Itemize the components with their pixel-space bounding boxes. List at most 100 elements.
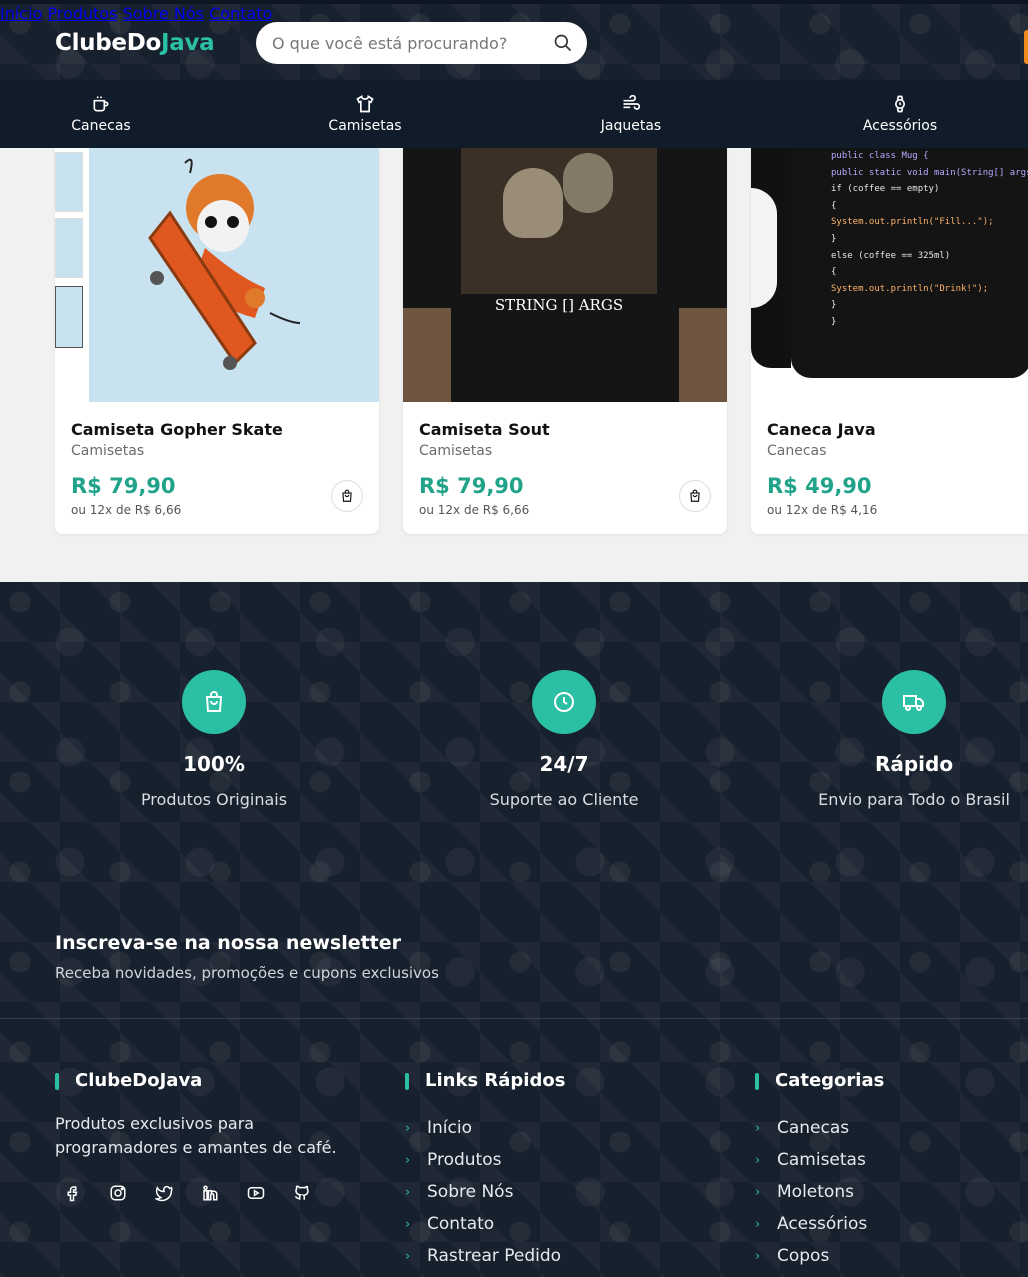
feature-shipping: Rápido Envio para Todo o Brasil <box>784 670 1028 809</box>
feature-value: Rápido <box>874 752 954 776</box>
categories-title: Categorias <box>755 1070 884 1091</box>
clock-icon <box>554 692 574 712</box>
chevron-right-icon: › <box>755 1184 761 1200</box>
instagram-icon[interactable] <box>101 1176 135 1210</box>
footer-brand-text: Produtos exclusivos para programadores e… <box>55 1114 337 1157</box>
nav-inicio[interactable]: Início <box>0 4 42 23</box>
code-line: } <box>831 233 837 244</box>
chevron-right-icon: › <box>755 1248 761 1264</box>
categories-list: › Canecas › Camisetas › Moletons › Acessório… <box>755 1112 867 1272</box>
product-price: R$ 49,90 <box>767 474 872 498</box>
cart-tab-edge[interactable] <box>1024 30 1028 64</box>
product-price: R$ 79,90 <box>71 474 176 498</box>
code-line: } <box>831 316 837 327</box>
chevron-right-icon: › <box>755 1152 761 1168</box>
chevron-right-icon: › <box>405 1248 411 1264</box>
newsletter-title: Inscreva-se na nossa newsletter <box>55 932 402 954</box>
product-name[interactable]: Camiseta Sout <box>419 420 550 439</box>
product-name[interactable]: Camiseta Gopher Skate <box>71 420 283 439</box>
site-logo[interactable]: ClubeDoJava <box>55 30 215 56</box>
footer-category-acessorios[interactable]: › Acessórios <box>755 1208 867 1240</box>
category-acessorios[interactable]: Acessórios <box>854 80 946 148</box>
product-card[interactable]: Camiseta Gopher Skate Camisetas R$ 79,90… <box>55 148 379 534</box>
twitter-icon[interactable] <box>147 1176 181 1210</box>
chevron-right-icon: › <box>405 1184 411 1200</box>
product-image: public class Mug { public static void ma… <box>751 148 1028 402</box>
add-to-cart-button[interactable] <box>331 480 363 512</box>
code-line: else (coffee == 325ml) <box>831 250 951 261</box>
logo-accent-text: Java <box>161 30 215 56</box>
link-label: Acessórios <box>777 1214 868 1234</box>
logo-text: ClubeDo <box>55 30 161 56</box>
feature-label: Produtos Originais <box>140 790 288 809</box>
search-icon[interactable] <box>553 33 573 53</box>
feature-icon-circle <box>532 670 596 734</box>
quick-links-list: › Início › Produtos › Sobre Nós › Contato › R… <box>405 1112 561 1272</box>
category-canecas[interactable]: Canecas <box>55 80 147 148</box>
feature-support: 24/7 Suporte ao Cliente <box>434 670 694 809</box>
category-label: Acessórios <box>862 118 938 134</box>
feature-label: Envio para Todo o Brasil <box>818 790 1010 809</box>
product-card[interactable]: STRING [] ARGS Camiseta Sout Camisetas R… <box>403 148 727 534</box>
chevron-right-icon: › <box>405 1216 411 1232</box>
main-nav: Início Produtos Sobre Nós Contato <box>0 4 1028 23</box>
link-label: Contato <box>427 1214 495 1234</box>
wind-icon <box>623 94 641 110</box>
category-jaquetas[interactable]: Jaquetas <box>586 80 676 148</box>
shopping-bag-icon <box>205 691 223 712</box>
newsletter-subtitle: Receba novidades, promoções e cupons exc… <box>55 964 439 982</box>
thumbnail[interactable] <box>55 152 83 212</box>
github-icon[interactable] <box>285 1176 319 1210</box>
product-carousel: Camiseta Gopher Skate Camisetas R$ 79,90… <box>0 148 1028 582</box>
product-price: R$ 79,90 <box>419 474 524 498</box>
youtube-icon[interactable] <box>239 1176 273 1210</box>
category-label: Jaquetas <box>600 118 662 134</box>
footer-category-canecas[interactable]: › Canecas <box>755 1112 867 1144</box>
footer-link-rastrear-pedido[interactable]: › Rastrear Pedido <box>405 1240 561 1272</box>
footer-category-moletons[interactable]: › Moletons <box>755 1176 867 1208</box>
product-installments: ou 12x de R$ 6,66 <box>71 503 182 517</box>
link-label: Sobre Nós <box>427 1182 514 1202</box>
thumbnail[interactable] <box>55 286 83 348</box>
code-line: public class Mug { <box>831 151 929 161</box>
search-bar <box>256 22 587 64</box>
code-line: public static void main(String[] args) <box>831 167 1028 178</box>
chevron-right-icon: › <box>405 1120 411 1136</box>
chevron-right-icon: › <box>755 1216 761 1232</box>
search-input[interactable] <box>272 33 553 53</box>
category-bar: Canecas Camisetas Jaquetas Acessórios <box>0 80 1028 148</box>
feature-label: Suporte ao Cliente <box>489 790 639 809</box>
top-header: ClubeDoJava Início Produtos Sobre Nós Co… <box>0 0 1028 80</box>
footer-link-contato[interactable]: › Contato <box>405 1208 561 1240</box>
footer-link-sobre-nos[interactable]: › Sobre Nós <box>405 1176 561 1208</box>
link-label: Rastrear Pedido <box>427 1246 562 1266</box>
thumbnail[interactable] <box>55 218 83 278</box>
facebook-icon[interactable] <box>55 1176 89 1210</box>
product-installments: ou 12x de R$ 6,66 <box>419 503 530 517</box>
feature-icon-circle <box>882 670 946 734</box>
feature-originals: 100% Produtos Originais <box>84 670 344 809</box>
chevron-right-icon: › <box>405 1152 411 1168</box>
nav-produtos[interactable]: Produtos <box>47 4 117 23</box>
linkedin-icon[interactable] <box>193 1176 227 1210</box>
footer-category-camisetas[interactable]: › Camisetas <box>755 1144 867 1176</box>
product-card[interactable]: public class Mug { public static void ma… <box>751 148 1028 534</box>
shopping-bag-icon <box>690 489 700 502</box>
product-name[interactable]: Caneca Java <box>767 420 876 439</box>
product-category: Canecas <box>767 443 827 459</box>
feature-value: 24/7 <box>539 752 589 776</box>
footer-brand-title: ClubeDoJava <box>55 1070 202 1091</box>
footer-link-inicio[interactable]: › Início <box>405 1112 561 1144</box>
category-label: Camisetas <box>328 118 402 134</box>
link-label: Copos <box>777 1246 830 1266</box>
category-camisetas[interactable]: Camisetas <box>318 80 412 148</box>
footer-category-copos[interactable]: › Copos <box>755 1240 867 1272</box>
nav-contato[interactable]: Contato <box>209 4 272 23</box>
quick-links-title: Links Rápidos <box>405 1070 565 1091</box>
add-to-cart-button[interactable] <box>679 480 711 512</box>
code-line: } <box>831 300 837 311</box>
footer-divider <box>0 1018 1028 1019</box>
watch-icon <box>895 95 905 113</box>
footer-link-produtos[interactable]: › Produtos <box>405 1144 561 1176</box>
nav-sobre-nos[interactable]: Sobre Nós <box>123 4 204 23</box>
